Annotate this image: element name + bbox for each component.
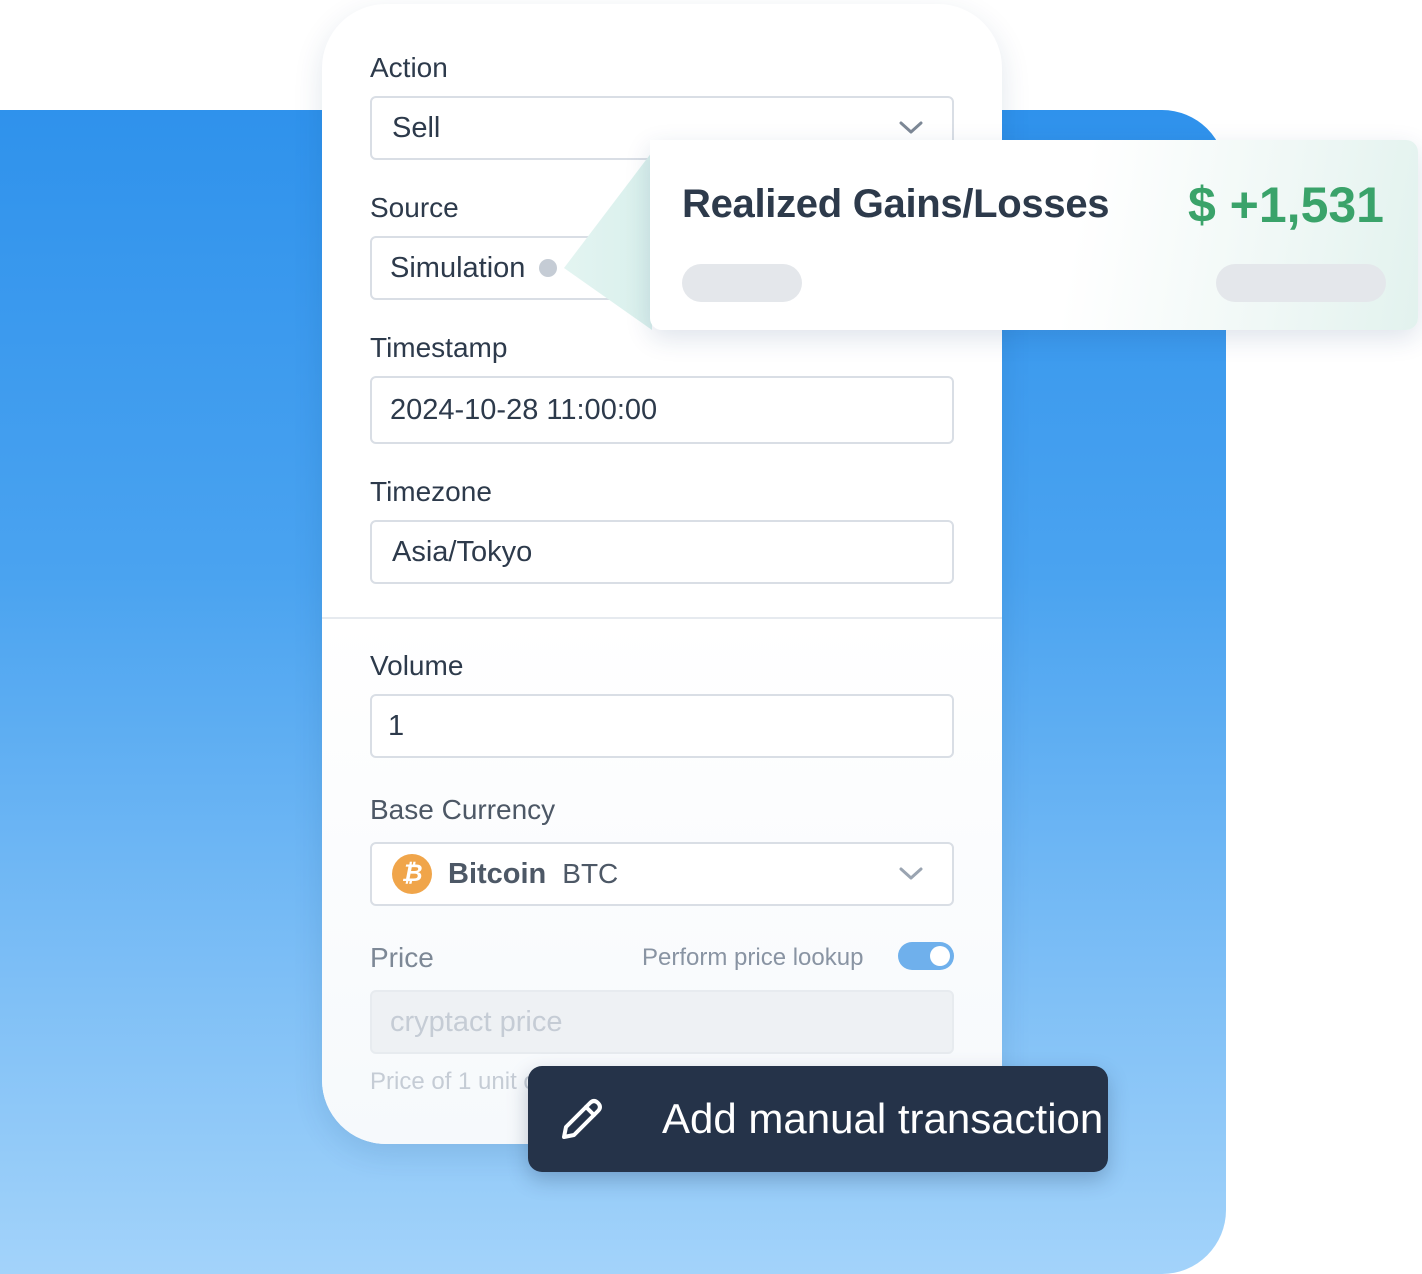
- price-hint: Price of 1 unit o: [370, 1068, 537, 1095]
- price-placeholder: cryptact price: [390, 1005, 563, 1038]
- chevron-down-icon: [899, 121, 923, 134]
- action-value: Sell: [392, 111, 441, 144]
- add-manual-transaction-label: Add manual transaction: [662, 1095, 1104, 1142]
- chevron-down-icon: [899, 867, 923, 880]
- placeholder-pill-left: [682, 264, 802, 302]
- base-currency-select[interactable]: ₿ Bitcoin BTC: [370, 842, 954, 906]
- toggle-knob: [930, 946, 950, 966]
- pencil-icon: [562, 1099, 602, 1139]
- source-indicator-dot: [539, 259, 558, 277]
- price-lookup-toggle[interactable]: [898, 942, 954, 970]
- coin-symbol: BTC: [562, 858, 619, 889]
- timezone-label: Timezone: [370, 476, 492, 507]
- timezone-input[interactable]: Asia/Tokyo: [370, 520, 954, 584]
- coin-name: Bitcoin: [448, 857, 547, 890]
- timestamp-label: Timestamp: [370, 332, 508, 363]
- volume-value: 1: [388, 709, 405, 742]
- source-value: Simulation: [390, 251, 526, 284]
- price-label: Price: [370, 942, 434, 973]
- volume-input[interactable]: 1: [370, 694, 954, 758]
- base-currency-label: Base Currency: [370, 794, 556, 825]
- timestamp-value: 2024-10-28 11:00:00: [390, 393, 658, 426]
- action-label: Action: [370, 52, 448, 83]
- add-manual-transaction-button[interactable]: Add manual transaction: [528, 1066, 1108, 1172]
- timestamp-input[interactable]: 2024-10-28 11:00:00: [370, 376, 954, 444]
- source-label: Source: [370, 192, 459, 223]
- price-lookup-label: Perform price lookup: [642, 944, 864, 971]
- bitcoin-icon: ₿: [392, 854, 432, 894]
- gains-value: $ +1,531: [1187, 177, 1384, 233]
- volume-label: Volume: [370, 650, 464, 681]
- timezone-value: Asia/Tokyo: [392, 535, 533, 568]
- price-input[interactable]: cryptact price: [370, 990, 954, 1054]
- placeholder-pill-right: [1216, 264, 1386, 302]
- gains-title: Realized Gains/Losses: [682, 182, 1110, 226]
- realized-gains-card: Realized Gains/Losses $ +1,531: [650, 140, 1418, 330]
